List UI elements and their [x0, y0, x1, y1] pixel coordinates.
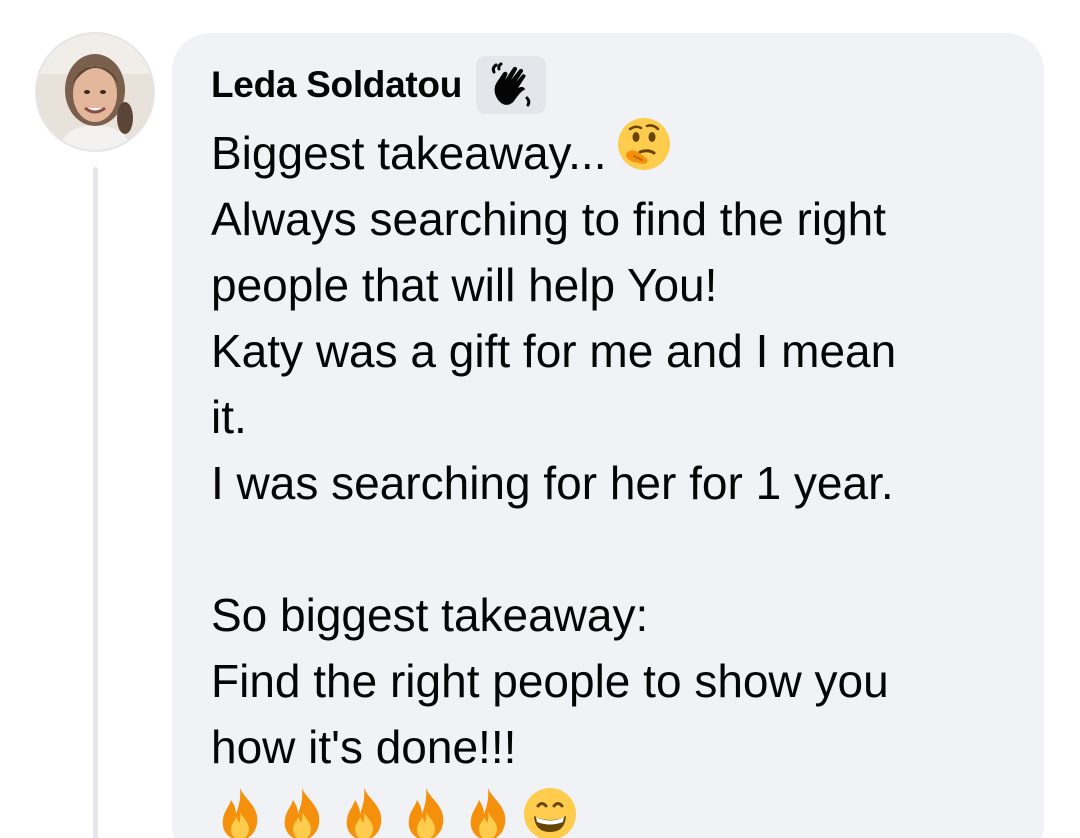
comment-line: people that will help You! — [211, 259, 718, 311]
grinning-face-icon — [524, 788, 576, 838]
comment-line: So biggest takeaway: — [211, 589, 649, 641]
comment-line: how it's done!!! — [211, 721, 517, 773]
comment-body: Biggest takeaway... Always searching to … — [211, 118, 1031, 838]
comment-line: Biggest takeaway... — [211, 118, 1031, 186]
comment-thread: Leda Soldatou Biggest takeaway... Always… — [0, 0, 1080, 838]
comment-line: Find the right people to show you — [211, 655, 889, 707]
waving-hand-badge-icon[interactable] — [476, 56, 546, 114]
comment-line: Katy was a gift for me and I mean — [211, 325, 897, 377]
fire-icon — [470, 788, 506, 838]
profile-photo — [37, 34, 153, 150]
comment-header: Leda Soldatou — [211, 56, 546, 114]
comment-line — [211, 516, 1031, 582]
emoji-row — [211, 780, 1031, 838]
fire-icon — [346, 788, 382, 838]
fire-icon — [284, 788, 320, 838]
comment-line: Always searching to find the right — [211, 193, 887, 245]
author-name[interactable]: Leda Soldatou — [211, 56, 462, 114]
thread-line — [93, 167, 98, 838]
fire-icon — [222, 788, 258, 838]
fire-icon — [408, 788, 444, 838]
thinking-face-icon — [616, 116, 672, 189]
comment-line: it. — [211, 391, 247, 443]
comment-line-text: Biggest takeaway... — [211, 127, 607, 179]
comment-line: I was searching for her for 1 year. — [211, 457, 894, 509]
avatar[interactable] — [37, 34, 153, 150]
